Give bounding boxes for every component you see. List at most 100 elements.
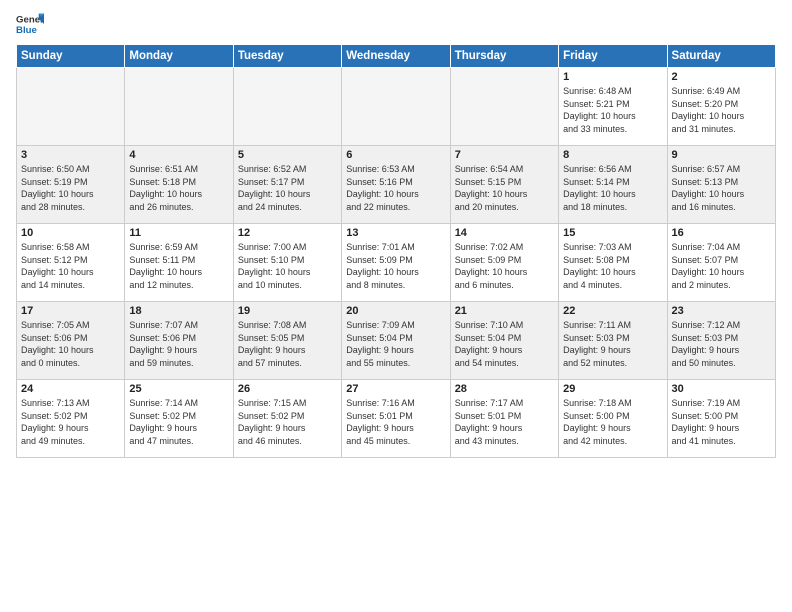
weekday-header-thursday: Thursday — [450, 45, 558, 68]
day-number: 9 — [672, 149, 771, 161]
day-info: Sunrise: 7:17 AM Sunset: 5:01 PM Dayligh… — [455, 397, 554, 447]
logo-icon: General Blue — [16, 10, 44, 38]
day-number: 16 — [672, 227, 771, 239]
day-number: 26 — [238, 383, 337, 395]
week-row-2: 3 Sunrise: 6:50 AM Sunset: 5:19 PM Daylig… — [17, 146, 776, 224]
day-info: Sunrise: 7:00 AM Sunset: 5:10 PM Dayligh… — [238, 241, 337, 291]
day-info: Sunrise: 6:53 AM Sunset: 5:16 PM Dayligh… — [346, 163, 445, 213]
day-info: Sunrise: 7:11 AM Sunset: 5:03 PM Dayligh… — [563, 319, 662, 369]
day-info: Sunrise: 6:54 AM Sunset: 5:15 PM Dayligh… — [455, 163, 554, 213]
day-info: Sunrise: 7:14 AM Sunset: 5:02 PM Dayligh… — [129, 397, 228, 447]
table-cell — [450, 68, 558, 146]
weekday-header-wednesday: Wednesday — [342, 45, 450, 68]
table-cell: 15 Sunrise: 7:03 AM Sunset: 5:08 PM Dayli… — [559, 224, 667, 302]
day-number: 27 — [346, 383, 445, 395]
table-cell: 13 Sunrise: 7:01 AM Sunset: 5:09 PM Dayli… — [342, 224, 450, 302]
page: General Blue SundayMondayTuesdayWednesda… — [0, 0, 792, 612]
table-cell: 30 Sunrise: 7:19 AM Sunset: 5:00 PM Dayli… — [667, 380, 775, 458]
week-row-3: 10 Sunrise: 6:58 AM Sunset: 5:12 PM Dayli… — [17, 224, 776, 302]
table-cell: 10 Sunrise: 6:58 AM Sunset: 5:12 PM Dayli… — [17, 224, 125, 302]
weekday-header-saturday: Saturday — [667, 45, 775, 68]
table-cell — [233, 68, 341, 146]
table-cell: 29Sunrise: 7:18 AM Sunset: 5:00 PM Dayli… — [559, 380, 667, 458]
day-info: Sunrise: 7:09 AM Sunset: 5:04 PM Dayligh… — [346, 319, 445, 369]
table-cell: 19 Sunrise: 7:08 AM Sunset: 5:05 PM Dayli… — [233, 302, 341, 380]
day-info: Sunrise: 7:02 AM Sunset: 5:09 PM Dayligh… — [455, 241, 554, 291]
day-number: 12 — [238, 227, 337, 239]
day-number: 10 — [21, 227, 120, 239]
day-info: Sunrise: 7:10 AM Sunset: 5:04 PM Dayligh… — [455, 319, 554, 369]
day-number: 2 — [672, 71, 771, 83]
header: General Blue — [16, 10, 776, 38]
table-cell: 27 Sunrise: 7:16 AM Sunset: 5:01 PM Dayli… — [342, 380, 450, 458]
table-cell — [342, 68, 450, 146]
day-info: Sunrise: 6:57 AM Sunset: 5:13 PM Dayligh… — [672, 163, 771, 213]
table-cell: 9 Sunrise: 6:57 AM Sunset: 5:13 PM Daylig… — [667, 146, 775, 224]
day-number: 22 — [563, 305, 662, 317]
day-number: 3 — [21, 149, 120, 161]
day-number: 21 — [455, 305, 554, 317]
week-row-4: 17 Sunrise: 7:05 AM Sunset: 5:06 PM Dayli… — [17, 302, 776, 380]
table-cell: 8Sunrise: 6:56 AM Sunset: 5:14 PM Daylig… — [559, 146, 667, 224]
table-cell: 3 Sunrise: 6:50 AM Sunset: 5:19 PM Daylig… — [17, 146, 125, 224]
weekday-header-tuesday: Tuesday — [233, 45, 341, 68]
day-info: Sunrise: 6:51 AM Sunset: 5:18 PM Dayligh… — [129, 163, 228, 213]
table-cell: 26 Sunrise: 7:15 AM Sunset: 5:02 PM Dayli… — [233, 380, 341, 458]
weekday-header-sunday: Sunday — [17, 45, 125, 68]
day-info: Sunrise: 7:16 AM Sunset: 5:01 PM Dayligh… — [346, 397, 445, 447]
day-number: 18 — [129, 305, 228, 317]
table-cell: 25Sunrise: 7:14 AM Sunset: 5:02 PM Dayli… — [125, 380, 233, 458]
day-info: Sunrise: 7:03 AM Sunset: 5:08 PM Dayligh… — [563, 241, 662, 291]
logo: General Blue — [16, 10, 44, 38]
day-number: 19 — [238, 305, 337, 317]
table-cell: 22 Sunrise: 7:11 AM Sunset: 5:03 PM Dayli… — [559, 302, 667, 380]
table-cell: 12 Sunrise: 7:00 AM Sunset: 5:10 PM Dayli… — [233, 224, 341, 302]
weekday-header-friday: Friday — [559, 45, 667, 68]
table-cell: 14 Sunrise: 7:02 AM Sunset: 5:09 PM Dayli… — [450, 224, 558, 302]
svg-text:Blue: Blue — [16, 25, 37, 36]
table-cell: 18 Sunrise: 7:07 AM Sunset: 5:06 PM Dayli… — [125, 302, 233, 380]
day-info: Sunrise: 7:05 AM Sunset: 5:06 PM Dayligh… — [21, 319, 120, 369]
day-info: Sunrise: 7:13 AM Sunset: 5:02 PM Dayligh… — [21, 397, 120, 447]
day-info: Sunrise: 7:08 AM Sunset: 5:05 PM Dayligh… — [238, 319, 337, 369]
day-number: 6 — [346, 149, 445, 161]
day-number: 4 — [129, 149, 228, 161]
day-number: 24 — [21, 383, 120, 395]
day-number: 29 — [563, 383, 662, 395]
day-number: 30 — [672, 383, 771, 395]
day-number: 13 — [346, 227, 445, 239]
day-info: Sunrise: 7:15 AM Sunset: 5:02 PM Dayligh… — [238, 397, 337, 447]
day-info: Sunrise: 7:12 AM Sunset: 5:03 PM Dayligh… — [672, 319, 771, 369]
week-row-1: 1Sunrise: 6:48 AM Sunset: 5:21 PM Daylig… — [17, 68, 776, 146]
table-cell: 4 Sunrise: 6:51 AM Sunset: 5:18 PM Daylig… — [125, 146, 233, 224]
day-info: Sunrise: 6:49 AM Sunset: 5:20 PM Dayligh… — [672, 85, 771, 135]
day-number: 17 — [21, 305, 120, 317]
table-cell: 7 Sunrise: 6:54 AM Sunset: 5:15 PM Daylig… — [450, 146, 558, 224]
table-cell: 16 Sunrise: 7:04 AM Sunset: 5:07 PM Dayli… — [667, 224, 775, 302]
day-info: Sunrise: 7:19 AM Sunset: 5:00 PM Dayligh… — [672, 397, 771, 447]
week-row-5: 24 Sunrise: 7:13 AM Sunset: 5:02 PM Dayli… — [17, 380, 776, 458]
table-cell: 20Sunrise: 7:09 AM Sunset: 5:04 PM Dayli… — [342, 302, 450, 380]
table-cell — [125, 68, 233, 146]
day-number: 5 — [238, 149, 337, 161]
day-number: 7 — [455, 149, 554, 161]
table-cell: 1Sunrise: 6:48 AM Sunset: 5:21 PM Daylig… — [559, 68, 667, 146]
calendar: SundayMondayTuesdayWednesdayThursdayFrid… — [16, 44, 776, 458]
day-info: Sunrise: 7:04 AM Sunset: 5:07 PM Dayligh… — [672, 241, 771, 291]
day-info: Sunrise: 6:50 AM Sunset: 5:19 PM Dayligh… — [21, 163, 120, 213]
weekday-header-row: SundayMondayTuesdayWednesdayThursdayFrid… — [17, 45, 776, 68]
day-number: 28 — [455, 383, 554, 395]
table-cell: 6 Sunrise: 6:53 AM Sunset: 5:16 PM Daylig… — [342, 146, 450, 224]
day-number: 14 — [455, 227, 554, 239]
day-number: 23 — [672, 305, 771, 317]
day-info: Sunrise: 6:58 AM Sunset: 5:12 PM Dayligh… — [21, 241, 120, 291]
day-number: 15 — [563, 227, 662, 239]
table-cell: 28 Sunrise: 7:17 AM Sunset: 5:01 PM Dayli… — [450, 380, 558, 458]
day-info: Sunrise: 7:07 AM Sunset: 5:06 PM Dayligh… — [129, 319, 228, 369]
table-cell: 24 Sunrise: 7:13 AM Sunset: 5:02 PM Dayli… — [17, 380, 125, 458]
day-info: Sunrise: 6:52 AM Sunset: 5:17 PM Dayligh… — [238, 163, 337, 213]
day-info: Sunrise: 7:01 AM Sunset: 5:09 PM Dayligh… — [346, 241, 445, 291]
table-cell: 11Sunrise: 6:59 AM Sunset: 5:11 PM Dayli… — [125, 224, 233, 302]
table-cell: 5 Sunrise: 6:52 AM Sunset: 5:17 PM Daylig… — [233, 146, 341, 224]
day-info: Sunrise: 6:48 AM Sunset: 5:21 PM Dayligh… — [563, 85, 662, 135]
